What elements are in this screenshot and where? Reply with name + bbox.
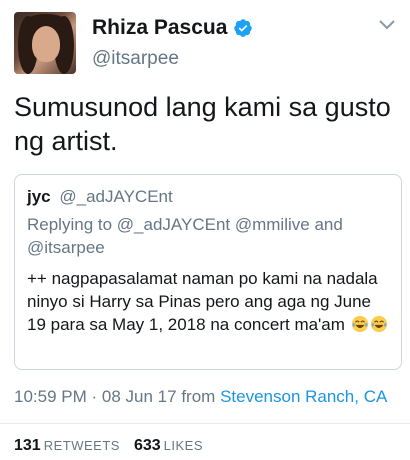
retweets-label: RETWEETS [43, 438, 120, 453]
quoted-tweet-text-block: ++ nagpapasalamat naman po kami na nadal… [27, 267, 389, 336]
quoted-tweet[interactable]: jyc @_adJAYCEnt Replying to @_adJAYCEnt … [14, 174, 402, 370]
tweet-stats: 131 RETWEETS 633 LIKES [14, 437, 203, 455]
quoted-author-name: jyc [27, 187, 51, 206]
replying-to-line: Replying to @_adJAYCEnt @mmilive and @it… [27, 213, 389, 259]
tweet-meta: 10:59 PM · 08 Jun 17 from Stevenson Ranc… [14, 387, 387, 407]
retweets-stat[interactable]: 131 RETWEETS [14, 437, 120, 454]
quoted-tweet-text: ++ nagpapasalamat naman po kami na nadal… [27, 269, 378, 334]
verified-badge-icon [234, 19, 253, 37]
divider [0, 423, 410, 424]
likes-stat[interactable]: 633 LIKES [134, 437, 203, 454]
quoted-author-handle: @_adJAYCEnt [59, 187, 173, 206]
author-name-row[interactable]: Rhiza Pascua [92, 16, 253, 40]
tweet-date: 08 Jun 17 [101, 387, 177, 406]
tweet-time: 10:59 PM [14, 387, 87, 406]
meta-separator: · [91, 387, 98, 406]
tweet-location-link[interactable]: Stevenson Ranch, CA [220, 387, 387, 406]
face-with-tears-of-joy-icon [351, 315, 368, 333]
author-name[interactable]: Rhiza Pascua [92, 16, 227, 40]
tweet-header: Rhiza Pascua @itsarpee [14, 12, 396, 74]
tweet-text: Sumusunod lang kami sa gusto ng artist. [14, 92, 391, 156]
from-label: from [181, 387, 216, 406]
chevron-down-icon[interactable] [378, 18, 396, 32]
author-handle[interactable]: @itsarpee [92, 48, 179, 70]
face-with-tears-of-joy-icon [370, 315, 387, 333]
likes-count: 633 [133, 437, 161, 454]
quoted-tweet-header: jyc @_adJAYCEnt [27, 187, 389, 207]
avatar[interactable] [14, 12, 76, 74]
likes-label: LIKES [163, 438, 203, 453]
replying-to-prefix: Replying to [27, 215, 113, 234]
retweets-count: 131 [14, 437, 41, 454]
